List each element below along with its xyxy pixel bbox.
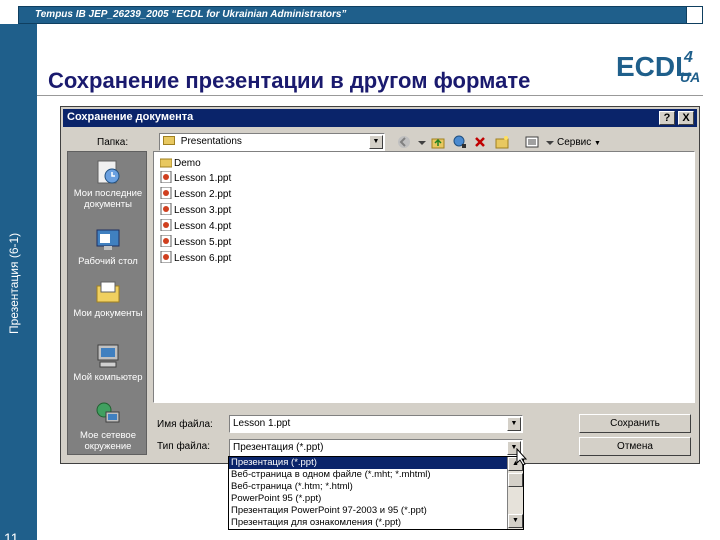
new-folder-icon[interactable] <box>495 135 509 149</box>
list-item[interactable]: Demo <box>160 156 201 171</box>
places-bar: Мои последние документы Рабочий стол Мои… <box>67 151 147 455</box>
service-label: Сервис <box>557 137 592 148</box>
ppt-file-icon <box>160 219 172 231</box>
help-button[interactable]: ? <box>659 111 675 125</box>
dialog-title: Сохранение документа <box>67 111 194 123</box>
service-chevron-icon: ▼ <box>594 140 601 147</box>
list-item[interactable]: Lesson 5.ppt <box>160 235 231 250</box>
ppt-file-icon <box>160 171 172 183</box>
delete-icon[interactable] <box>473 135 487 149</box>
filetype-label: Тип файла: <box>157 441 210 452</box>
folder-label: Папка: <box>97 137 129 148</box>
my-computer-icon <box>97 344 119 368</box>
filename-label: Имя файла: <box>157 419 213 430</box>
place-label: Мой компьютер <box>73 372 143 383</box>
dropdown-option[interactable]: PowerPoint 95 (*.ppt) <box>229 493 507 505</box>
scroll-thumb[interactable] <box>508 473 523 487</box>
cancel-button[interactable]: Отмена <box>579 437 691 456</box>
ecdl-logo: ECDL 4 UA <box>614 46 700 85</box>
network-icon <box>96 402 120 423</box>
chevron-down-icon[interactable]: ▼ <box>369 135 383 149</box>
folder-select[interactable]: Presentations ▼ <box>159 133 385 151</box>
list-item[interactable]: Lesson 6.ppt <box>160 251 231 266</box>
close-button[interactable]: X <box>678 111 694 125</box>
service-menu[interactable]: Сервис ▼ <box>557 137 601 148</box>
place-label: Рабочий стол <box>78 256 138 267</box>
page-number: 11 <box>4 530 19 540</box>
dropdown-option[interactable]: Веб-страница (*.htm; *.html) <box>229 481 507 493</box>
place-label: Мои документы <box>73 308 143 319</box>
ppt-file-icon <box>160 187 172 199</box>
list-item[interactable]: Lesson 1.ppt <box>160 171 231 186</box>
save-button[interactable]: Сохранить <box>579 414 691 433</box>
back-icon[interactable] <box>397 135 411 149</box>
folder-icon <box>163 136 175 145</box>
ppt-file-icon <box>160 203 172 215</box>
dropdown-option[interactable]: Презентация PowerPoint 97-2003 и 95 (*.p… <box>229 505 507 517</box>
header-box <box>686 7 702 23</box>
place-network[interactable]: Мое сетевое окружение <box>68 400 148 452</box>
slide-header-bar: Tempus IB JEP_26239_2005 “ECDL for Ukrai… <box>18 6 703 24</box>
folder-icon <box>160 158 172 168</box>
dropdown-option[interactable]: Презентация (*.ppt) <box>229 457 507 469</box>
logo-sub: 4 <box>683 49 693 66</box>
filetype-select[interactable]: Презентация (*.ppt) ▼ <box>229 439 523 457</box>
views-dropdown-icon[interactable] <box>543 135 557 149</box>
slide-title: Сохранение презентации в другом формате <box>48 68 531 93</box>
title-divider <box>37 95 703 96</box>
dropdown-scrollbar[interactable]: ▲ ▼ <box>507 457 523 529</box>
save-dialog: Сохранение документа ? X Папка: Presenta… <box>60 106 700 464</box>
scroll-down-icon[interactable]: ▼ <box>508 514 523 528</box>
filename-value: Lesson 1.ppt <box>233 418 291 429</box>
place-label: Мое сетевое окружение <box>80 430 136 452</box>
logo-ua: UA <box>680 69 700 85</box>
filetype-value: Презентация (*.ppt) <box>233 442 324 453</box>
place-my-computer[interactable]: Мой компьютер <box>68 342 148 383</box>
slide-side-bar: Презентация (6-1) 11 <box>0 24 37 540</box>
place-label: Мои последние документы <box>73 188 143 210</box>
dialog-title-bar: Сохранение документа ? X <box>63 109 697 127</box>
filename-input[interactable]: Lesson 1.ppt ▼ <box>229 415 523 433</box>
desktop-icon <box>96 229 120 250</box>
dropdown-option[interactable]: Презентация для ознакомления (*.ppt) <box>229 517 507 529</box>
place-recent[interactable]: Мои последние документы <box>68 158 148 210</box>
list-item[interactable]: Lesson 4.ppt <box>160 219 231 234</box>
views-icon[interactable] <box>525 135 539 149</box>
list-item[interactable]: Lesson 2.ppt <box>160 187 231 202</box>
my-documents-icon <box>96 281 120 303</box>
up-folder-icon[interactable] <box>431 135 445 149</box>
web-search-icon[interactable] <box>453 135 467 149</box>
mouse-pointer-icon <box>516 448 528 466</box>
dropdown-option[interactable]: Веб-страница в одном файле (*.mht; *.mht… <box>229 469 507 481</box>
list-item[interactable]: Lesson 3.ppt <box>160 203 231 218</box>
folder-value: Presentations <box>180 136 242 147</box>
dropdown-arrow-icon[interactable] <box>415 135 429 149</box>
ppt-file-icon <box>160 235 172 247</box>
slide-header-text: Tempus IB JEP_26239_2005 “ECDL for Ukrai… <box>35 9 347 20</box>
file-list[interactable]: Demo Lesson 1.ppt Lesson 2.ppt Lesson 3.… <box>153 151 695 403</box>
ppt-file-icon <box>160 251 172 263</box>
side-label: Презентация (6-1) <box>7 232 21 334</box>
recent-icon <box>97 160 120 184</box>
place-my-documents[interactable]: Мои документы <box>68 278 148 319</box>
place-desktop[interactable]: Рабочий стол <box>68 226 148 267</box>
chevron-down-icon[interactable]: ▼ <box>507 417 521 431</box>
filetype-dropdown-list[interactable]: Презентация (*.ppt) Веб-страница в одном… <box>228 456 524 530</box>
